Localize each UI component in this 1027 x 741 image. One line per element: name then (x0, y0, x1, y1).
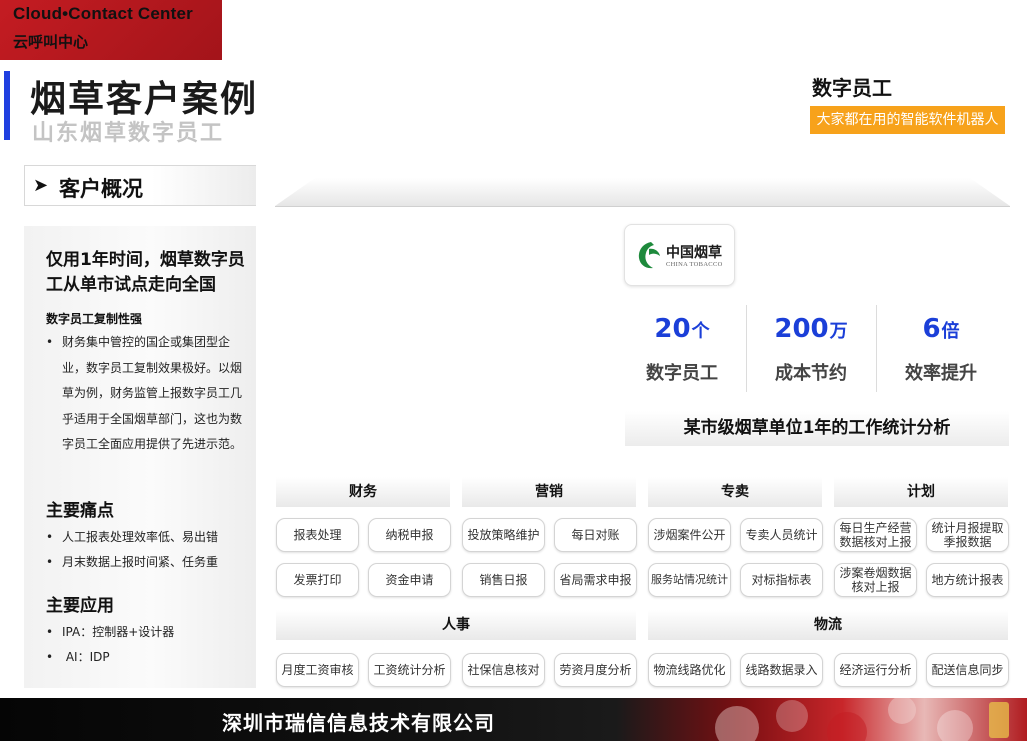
decorative-pattern-icon (715, 698, 1009, 741)
list-item: • IPA：控制器+设计器 (46, 623, 174, 640)
arrow-right-icon: ➤ (33, 175, 49, 196)
task-chip: 月度工资审核 (276, 653, 359, 687)
product-title: 数字员工 (812, 76, 892, 100)
application-text: AI：IDP (62, 650, 110, 664)
application-text: IPA：控制器+设计器 (62, 625, 175, 639)
task-chip: 投放策略维护 (462, 518, 545, 552)
task-chip: 省局需求申报 (554, 563, 637, 597)
page-subtitle: 山东烟草数字员工 (32, 121, 225, 146)
task-chip: 服务站情况统计 (648, 563, 731, 597)
task-chip: 地方统计报表 (926, 563, 1009, 597)
task-chip: 经济运行分析 (834, 653, 917, 687)
bullet-icon: • (46, 555, 54, 569)
stat-number: 20个 (617, 305, 747, 356)
category-logistics: 物流 (648, 610, 1008, 640)
list-item: • 人工报表处理效率低、易出错 (46, 528, 218, 545)
task-chip: 纳税申报 (368, 518, 451, 552)
task-chip: 专卖人员统计 (740, 518, 823, 552)
tobacco-leaf-icon (638, 242, 660, 269)
task-chip: 资金申请 (368, 563, 451, 597)
category-monopoly: 专卖 (648, 477, 822, 507)
category-finance: 财务 (276, 477, 450, 507)
list-item: • 月末数据上报时间紧、任务重 (46, 553, 218, 570)
task-chip: 每日生产经营数据核对上报 (834, 518, 917, 552)
task-chip: 每日对账 (554, 518, 637, 552)
task-chip: 社保信息核对 (462, 653, 545, 687)
china-tobacco-logo: 中国烟草 CHINA TOBACCO (624, 224, 735, 286)
analysis-title: 某市级烟草单位1年的工作统计分析 (625, 411, 1009, 446)
stat-unit: 倍 (941, 321, 960, 342)
applications-title: 主要应用 (46, 596, 114, 616)
task-chip: 配送信息同步 (926, 653, 1009, 687)
brand-name-cn: 云呼叫中心 (13, 33, 89, 51)
logo-text-en: CHINA TOBACCO (666, 261, 723, 268)
stat-value: 20 (654, 314, 691, 344)
product-tagline: 大家都在用的智能软件机器人 (810, 106, 1005, 134)
overview-headline: 仅用1年时间，烟草数字员工从单市试点走向全国 (46, 250, 245, 295)
stat-unit: 万 (829, 321, 848, 342)
category-hr: 人事 (276, 610, 636, 640)
bullet-icon: • (46, 625, 54, 639)
task-chip: 涉案卷烟数据核对上报 (834, 563, 917, 597)
title-accent-bar (4, 71, 10, 140)
stat-label: 成本节约 (775, 363, 847, 384)
brand-box: Cloud•Contact Center 云呼叫中心 (0, 0, 222, 60)
stat-label: 数字员工 (646, 363, 718, 384)
task-chip: 物流线路优化 (648, 653, 731, 687)
task-chip: 涉烟案件公开 (648, 518, 731, 552)
bullet-icon: • (46, 530, 54, 544)
logo-text-cn: 中国烟草 (666, 245, 722, 261)
category-marketing: 营销 (462, 477, 636, 507)
replicable-text-body: 财务集中管控的国企或集团型企业，数字员工复制效果极好。以烟草为例，财务监管上报数… (62, 335, 243, 451)
task-chip: 劳资月度分析 (554, 653, 637, 687)
task-chip: 工资统计分析 (368, 653, 451, 687)
bullet-icon: • (46, 335, 54, 349)
stat-label: 效率提升 (905, 363, 977, 384)
customer-overview-panel: 仅用1年时间，烟草数字员工从单市试点走向全国 数字员工复制性强 • 财务集中管控… (24, 226, 256, 688)
task-chip: 销售日报 (462, 563, 545, 597)
bullet-icon: • (46, 650, 54, 664)
stat-number: 6倍 (876, 305, 1006, 356)
section-label: 客户概况 (59, 177, 143, 201)
task-chip: 报表处理 (276, 518, 359, 552)
section-header: ➤ 客户概况 (24, 165, 256, 206)
stat-value: 6 (922, 314, 941, 344)
pain-point-text: 人工报表处理效率低、易出错 (62, 530, 219, 544)
pain-point-text: 月末数据上报时间紧、任务重 (62, 555, 219, 569)
replicable-text: • 财务集中管控的国企或集团型企业，数字员工复制效果极好。以烟草为例，财务监管上… (46, 330, 246, 458)
task-chip: 统计月报提取季报数据 (926, 518, 1009, 552)
replicable-title: 数字员工复制性强 (46, 312, 143, 326)
decorative-platform (275, 178, 1010, 207)
company-name: 深圳市瑞信信息技术有限公司 (222, 711, 495, 735)
footer-banner: 深圳市瑞信信息技术有限公司 (0, 698, 1027, 741)
pain-points-title: 主要痛点 (46, 501, 114, 521)
task-chip: 发票打印 (276, 563, 359, 597)
stat-value: 200 (774, 314, 829, 344)
stat-efficiency: 6倍 效率提升 (876, 305, 1006, 385)
stat-unit: 个 (691, 321, 710, 342)
stat-cost-saving: 200万 成本节约 (746, 305, 876, 385)
stat-digital-employees: 20个 数字员工 (617, 305, 747, 385)
brand-name-en: Cloud•Contact Center (13, 4, 193, 23)
list-item: • AI：IDP (46, 648, 110, 665)
task-chip: 对标指标表 (740, 563, 823, 597)
task-chip: 线路数据录入 (740, 653, 823, 687)
stat-number: 200万 (746, 305, 876, 356)
category-plan: 计划 (834, 477, 1008, 507)
